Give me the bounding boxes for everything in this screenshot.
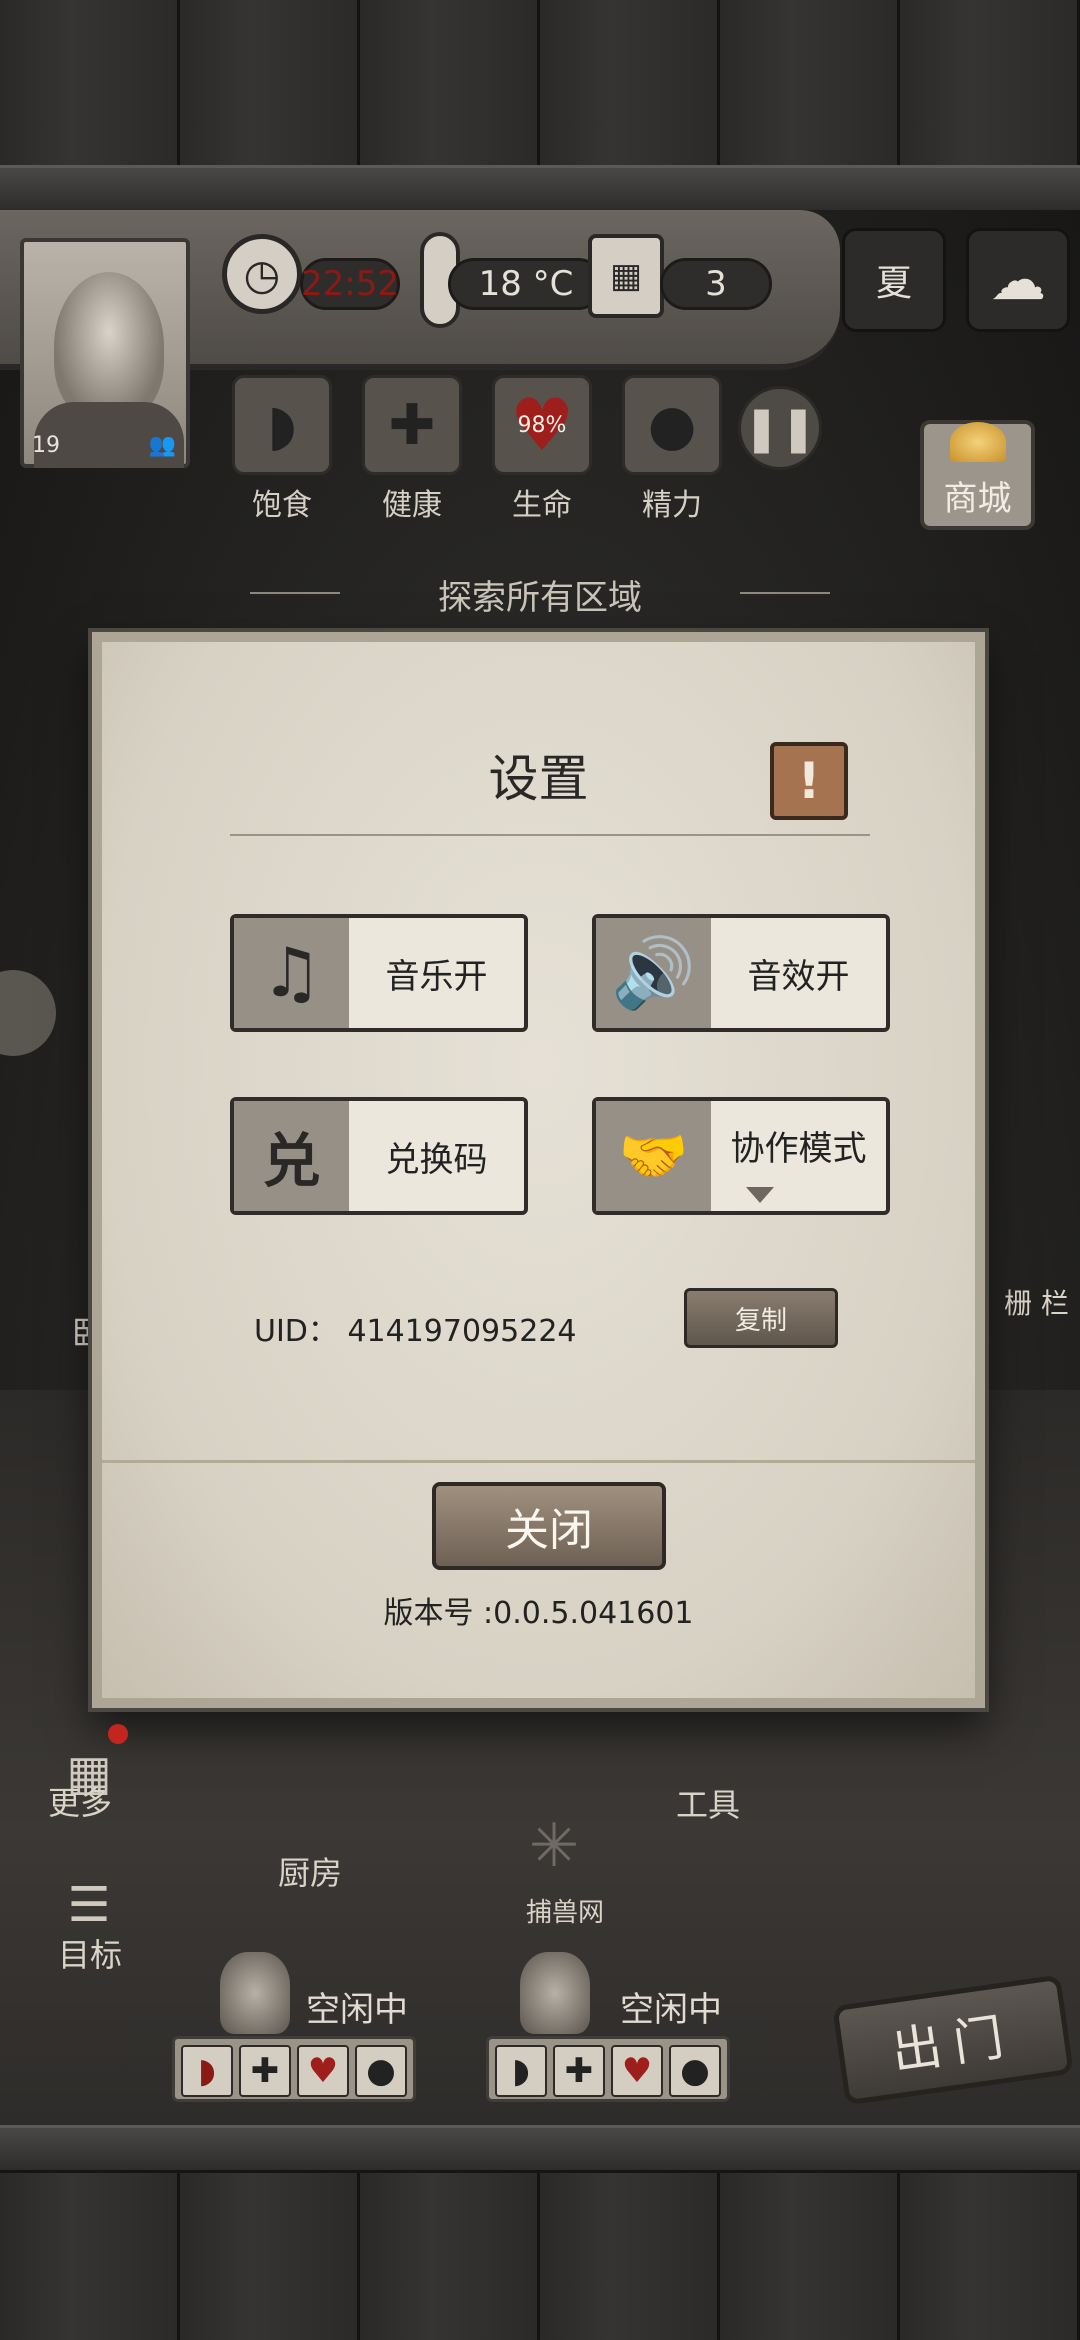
season-label: 夏: [875, 263, 912, 304]
people-icon: 👥: [148, 433, 176, 458]
version-text: 版本号 :0.0.5.041601: [383, 1596, 694, 1631]
stat-energy-icon[interactable]: ●: [622, 375, 722, 475]
shop-label: 商城: [943, 479, 1012, 519]
info-button[interactable]: !: [770, 742, 848, 820]
close-button[interactable]: 关闭: [432, 1482, 666, 1570]
heart-icon: ♥: [297, 2045, 349, 2097]
character-portrait[interactable]: 19 👥: [20, 238, 190, 468]
music-toggle-button[interactable]: ♫ 音乐开: [230, 914, 528, 1032]
face-image: [54, 272, 164, 422]
trap-label[interactable]: 捕兽网: [526, 1892, 604, 1929]
game-screen: 19 👥 ◷ 22:52 18 °C ▦ 3 夏 ☁ ◗ 饱食 ✚ 健康 98%…: [0, 0, 1080, 2340]
title-divider: [230, 834, 870, 836]
explore-banner: 探索所有区域: [250, 570, 830, 619]
redeem-label: 兑换码: [385, 1139, 488, 1180]
stat-satiety-label: 饱食: [252, 488, 312, 523]
redeem-icon: 兑: [234, 1101, 349, 1211]
character-1-status: 空闲中: [306, 1990, 408, 2030]
music-label: 音乐开: [385, 956, 488, 997]
pause-button[interactable]: ❚❚: [738, 386, 822, 470]
character-2-avatar[interactable]: [520, 1952, 590, 2034]
stat-satiety-icon[interactable]: ◗: [232, 375, 332, 475]
satiety-icon: ◗: [495, 2045, 547, 2097]
season-button[interactable]: 夏: [842, 228, 946, 332]
music-note-icon: ♫: [234, 918, 349, 1028]
shell-icon: [950, 422, 1006, 462]
stat-life-label: 生命: [512, 488, 572, 523]
uid-text: UID： 414197095224: [254, 1306, 577, 1350]
uid-label: UID：: [254, 1314, 338, 1349]
stat-health-label: 健康: [382, 488, 442, 523]
goals-label[interactable]: 目标: [58, 1930, 122, 1976]
character-2-stats[interactable]: ◗ ✚ ♥ ●: [486, 2036, 730, 2102]
weather-cloud-icon[interactable]: ☁: [966, 228, 1070, 332]
chevron-down-icon: [746, 1187, 774, 1203]
energy-icon: ●: [355, 2045, 407, 2097]
uid-value: 414197095224: [347, 1314, 577, 1349]
temperature-display: 18 °C: [448, 258, 604, 310]
sfx-toggle-button[interactable]: 🔊 音效开: [592, 914, 890, 1032]
more-label[interactable]: 更多: [48, 1778, 112, 1824]
handshake-icon: 🤝: [596, 1101, 711, 1211]
top-wood-planks: [0, 0, 1080, 165]
time-display: 22:52: [300, 258, 400, 310]
bottom-rail: [0, 2125, 1080, 2173]
speaker-icon: 🔊: [596, 918, 711, 1028]
stopwatch-icon: ◷: [222, 234, 302, 314]
calendar-icon: ▦: [588, 234, 664, 318]
stat-energy-label: 精力: [642, 488, 702, 523]
goals-list-icon[interactable]: ☰: [54, 1877, 124, 1933]
sfx-label: 音效开: [747, 956, 850, 997]
level-label: 19: [32, 433, 60, 458]
dialog-divider: [102, 1460, 975, 1463]
kitchen-label[interactable]: 厨房: [278, 1848, 342, 1894]
health-icon: ✚: [553, 2045, 605, 2097]
top-rail: [0, 165, 1080, 213]
spider-web-icon: ✳: [528, 1811, 580, 1881]
character-1-avatar[interactable]: [220, 1952, 290, 2034]
stat-health-icon[interactable]: ✚: [362, 375, 462, 475]
copy-button[interactable]: 复制: [684, 1288, 838, 1348]
energy-icon: ●: [669, 2045, 721, 2097]
health-icon: ✚: [239, 2045, 291, 2097]
day-display: 3: [660, 258, 772, 310]
heart-icon: ♥: [611, 2045, 663, 2097]
character-1-stats[interactable]: ◗ ✚ ♥ ●: [172, 2036, 416, 2102]
fence-label: 栅 栏: [1004, 1287, 1069, 1320]
settings-dialog: 设置 ! ♫ 音乐开 🔊 音效开 兑 兑换码 🤝 协作模式 UID： 41419…: [92, 632, 985, 1708]
notification-dot: [108, 1724, 128, 1744]
bottom-wood-planks: [0, 2173, 1080, 2340]
life-percent: 98%: [517, 412, 567, 438]
coop-mode-button[interactable]: 🤝 协作模式: [592, 1097, 890, 1215]
stat-life-heart-icon[interactable]: 98% ♥: [492, 375, 592, 475]
tools-label[interactable]: 工具: [676, 1780, 740, 1826]
character-2-status: 空闲中: [620, 1990, 722, 2030]
redeem-code-button[interactable]: 兑 兑换码: [230, 1097, 528, 1215]
coop-label: 协作模式: [730, 1128, 867, 1169]
satiety-icon: ◗: [181, 2045, 233, 2097]
